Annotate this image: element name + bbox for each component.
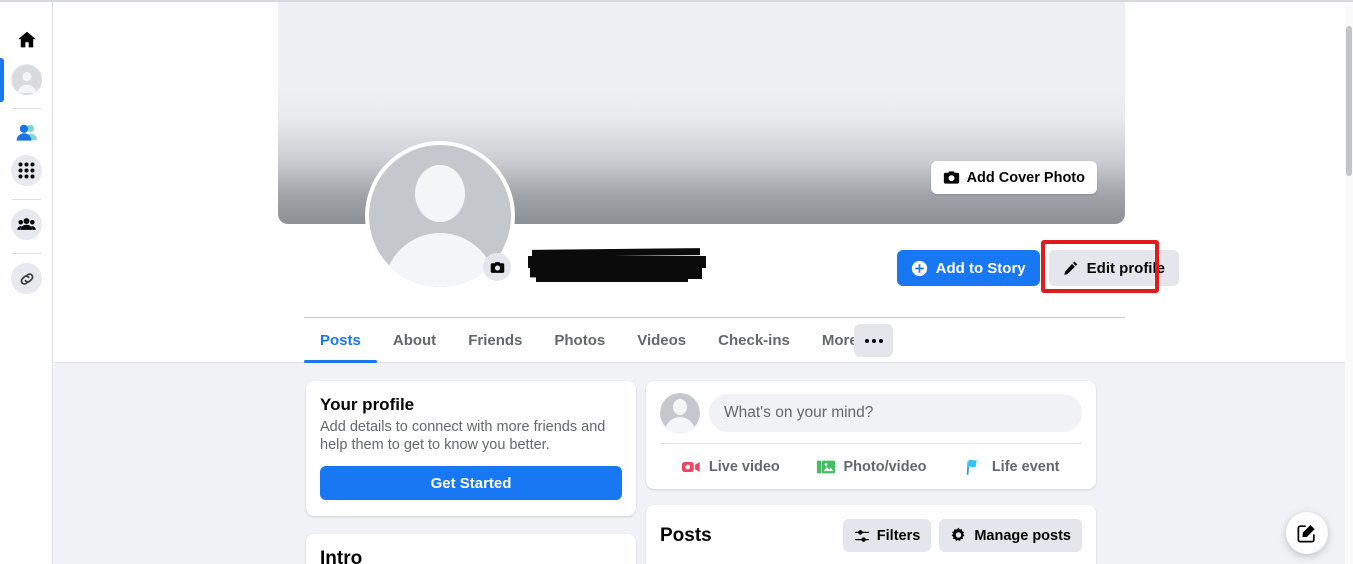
profile-header-section: Add Cover Photo Add to Story Edit profil… (54, 2, 1345, 363)
gear-icon (950, 527, 967, 544)
tab-videos-label: Videos (637, 332, 687, 349)
ellipsis-icon (864, 338, 869, 343)
life-event-flag-icon (964, 457, 984, 477)
compose-edit-icon (1297, 523, 1317, 543)
facebook-profile-page: Add Cover Photo Add to Story Edit profil… (0, 0, 1353, 564)
tab-checkins[interactable]: Check-ins (702, 318, 806, 363)
add-cover-photo-button[interactable]: Add Cover Photo (930, 161, 1097, 194)
get-started-button[interactable]: Get Started (320, 466, 622, 500)
intro-card: Intro (306, 534, 636, 564)
rail-item-groups[interactable] (11, 209, 42, 240)
edit-profile-button[interactable]: Edit profile (1048, 250, 1179, 286)
home-icon (16, 29, 38, 51)
rail-item-home[interactable] (11, 24, 42, 55)
tab-about[interactable]: About (377, 318, 452, 363)
photo-video-icon (816, 457, 836, 477)
your-profile-card: Your profile Add details to connect with… (306, 381, 636, 516)
add-to-story-label: Add to Story (935, 259, 1026, 277)
avatar-body (665, 417, 695, 433)
tab-friends-label: Friends (468, 332, 523, 349)
tab-checkins-label: Check-ins (718, 332, 790, 349)
avatar-head (673, 399, 687, 415)
composer-row: What's on your mind? (660, 393, 1082, 433)
life-event-label: Life event (991, 458, 1060, 475)
avatar-head (415, 165, 465, 222)
left-navigation-rail (0, 2, 53, 564)
rail-item-apps[interactable] (11, 155, 42, 186)
redaction-mark (536, 274, 688, 282)
composer-actions: Live video Photo/video Life event (660, 443, 1082, 489)
groups-icon (11, 209, 42, 240)
link-chain-icon (11, 263, 42, 294)
profile-action-buttons: Add to Story Edit profile (896, 250, 1179, 286)
tab-friends[interactable]: Friends (452, 318, 538, 363)
manage-posts-label: Manage posts (974, 527, 1071, 544)
add-to-story-button[interactable]: Add to Story (896, 250, 1040, 286)
posts-header-row: Posts Filters Manage posts (660, 519, 1082, 552)
ellipsis-icon (878, 338, 883, 343)
camera-icon (943, 169, 960, 186)
manage-posts-button[interactable]: Manage posts (939, 519, 1082, 552)
page-scrollbar[interactable] (1345, 2, 1353, 564)
profile-avatar-icon (11, 64, 42, 95)
scrollbar-thumb[interactable] (1346, 26, 1352, 176)
tab-photos-label: Photos (554, 332, 606, 349)
rail-item-friends[interactable] (11, 117, 42, 148)
tab-videos[interactable]: Videos (621, 318, 702, 363)
active-indicator-bar (0, 58, 4, 102)
compose-fab-button[interactable] (1286, 512, 1328, 554)
sliders-icon (854, 528, 870, 544)
composer-placeholder: What's on your mind? (724, 404, 874, 421)
default-avatar-icon (660, 393, 700, 433)
plus-circle-icon (911, 260, 928, 277)
tab-about-label: About (392, 332, 437, 349)
profile-tabs: Posts About Friends Photos Videos Check-… (304, 317, 1125, 363)
edit-profile-label: Edit profile (1086, 259, 1165, 277)
photo-video-label: Photo/video (843, 458, 927, 475)
profile-content-area: Your profile Add details to connect with… (54, 363, 1345, 564)
friends-icon (15, 121, 39, 145)
live-video-button[interactable]: Live video (660, 449, 801, 485)
composer-input[interactable]: What's on your mind? (709, 394, 1082, 432)
post-composer-card: What's on your mind? Live video Photo/vi… (646, 381, 1096, 489)
rail-divider-2 (12, 199, 41, 200)
live-video-label: Live video (708, 458, 780, 475)
left-column: Your profile Add details to connect with… (306, 381, 636, 564)
right-column: What's on your mind? Live video Photo/vi… (646, 381, 1096, 564)
rail-divider-3 (12, 253, 41, 254)
tab-photos[interactable]: Photos (538, 318, 621, 363)
profile-overflow-menu-button[interactable] (854, 324, 893, 357)
live-video-icon (681, 457, 701, 477)
add-cover-photo-label: Add Cover Photo (966, 169, 1085, 186)
rail-divider-1 (12, 108, 41, 109)
tab-more-label: More (821, 332, 858, 349)
grid-apps-icon (11, 155, 42, 186)
main-content-column: Add Cover Photo Add to Story Edit profil… (54, 2, 1345, 564)
tab-posts-label: Posts (320, 332, 361, 349)
pencil-icon (1063, 260, 1079, 276)
posts-section-card: Posts Filters Manage posts (646, 505, 1096, 564)
redaction-mark (678, 259, 702, 279)
profile-name-redacted (478, 247, 718, 289)
tab-posts[interactable]: Posts (304, 318, 377, 363)
your-profile-title: Your profile (320, 395, 415, 414)
filters-label: Filters (876, 527, 921, 544)
photo-video-button[interactable]: Photo/video (801, 449, 942, 485)
intro-title: Intro (320, 548, 363, 564)
filters-button[interactable]: Filters (842, 519, 932, 552)
your-profile-description: Add details to connect with more friends… (320, 419, 606, 453)
life-event-button[interactable]: Life event (941, 449, 1082, 485)
ellipsis-icon (871, 338, 876, 343)
rail-item-profile[interactable] (11, 64, 42, 95)
rail-item-links[interactable] (11, 263, 42, 294)
posts-title: Posts (660, 524, 712, 546)
get-started-label: Get Started (430, 474, 512, 492)
